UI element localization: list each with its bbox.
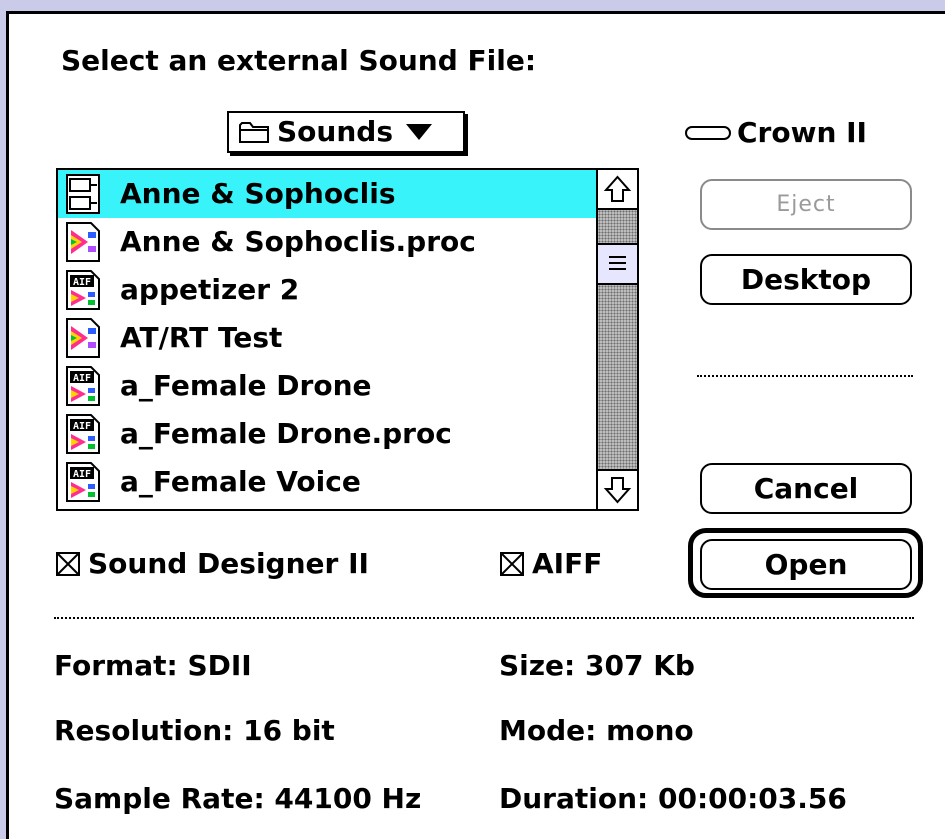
aif-file-icon: AIF (66, 366, 100, 406)
checkbox-label: Sound Designer II (88, 547, 369, 580)
aif-file-icon: AIF (66, 462, 100, 502)
file-list[interactable]: Anne & Sophoclis Anne & Sophoclis.proc AIF… (56, 168, 639, 511)
file-name: a_Female Drone.proc (120, 417, 452, 450)
volume-label: Crown II (737, 116, 867, 149)
file-name: a_Female Drone (120, 369, 372, 402)
scroll-thumb[interactable] (598, 243, 637, 285)
open-button[interactable]: Open (700, 539, 912, 590)
divider (54, 617, 914, 619)
checkbox-checked-icon (500, 552, 524, 576)
desktop-button[interactable]: Desktop (700, 254, 912, 305)
aif-file-icon: AIF (66, 270, 100, 310)
divider (697, 375, 913, 377)
file-list-item[interactable]: AIF a_Female Drone (58, 362, 596, 410)
scroll-track[interactable] (598, 210, 637, 469)
file-name: appetizer 2 (120, 273, 300, 306)
file-name: Anne & Sophoclis (120, 177, 396, 210)
scroll-down-arrow[interactable] (598, 469, 637, 509)
info-resolution: Resolution: 16 bit (54, 714, 335, 747)
file-name: a_Female Voice (120, 465, 361, 498)
file-list-item[interactable]: AIF appetizer 2 (58, 266, 596, 314)
sd2-file-icon (66, 174, 100, 214)
open-file-dialog: Select an external Sound File: Sounds Cr… (6, 11, 945, 839)
dialog-prompt: Select an external Sound File: (61, 44, 537, 77)
arrow-down-icon (603, 477, 632, 504)
proc-file-icon (66, 222, 100, 262)
eject-button[interactable]: Eject (700, 179, 912, 230)
file-list-item[interactable]: AIF a_Female Drone.proc (58, 410, 596, 458)
arrow-up-icon (603, 175, 632, 202)
folder-icon (239, 122, 269, 143)
info-sample-rate: Sample Rate: 44100 Hz (54, 782, 422, 815)
vertical-scrollbar[interactable] (596, 170, 637, 509)
volume-name: Crown II (685, 116, 867, 150)
disk-icon (685, 126, 731, 140)
info-mode: Mode: mono (499, 714, 694, 747)
svg-text:AIF: AIF (73, 373, 91, 384)
file-name: AT/RT Test (120, 321, 283, 354)
info-format: Format: SDII (54, 649, 252, 682)
chevron-down-icon (405, 124, 432, 140)
file-name: Anne & Sophoclis.proc (120, 225, 476, 258)
aif-file-icon: AIF (66, 414, 100, 454)
aiff-checkbox[interactable]: AIFF (500, 547, 602, 581)
file-list-item[interactable]: AIF a_Female Voice (58, 458, 596, 506)
file-list-item[interactable]: Anne & Sophoclis (58, 170, 596, 218)
info-size: Size: 307 Kb (499, 649, 695, 682)
folder-popup-label: Sounds (277, 115, 393, 148)
svg-text:AIF: AIF (73, 277, 91, 288)
proc-file-icon (66, 318, 100, 358)
cancel-button[interactable]: Cancel (700, 463, 912, 514)
folder-popup-menu[interactable]: Sounds (227, 111, 465, 153)
file-list-rows: Anne & Sophoclis Anne & Sophoclis.proc AIF… (58, 170, 596, 509)
info-duration: Duration: 00:00:03.56 (499, 782, 847, 815)
sound-designer-ii-checkbox[interactable]: Sound Designer II (56, 547, 369, 581)
scroll-up-arrow[interactable] (598, 170, 637, 210)
checkbox-label: AIFF (532, 547, 603, 580)
grip-icon (609, 256, 626, 270)
svg-text:AIF: AIF (73, 469, 91, 480)
file-list-item[interactable]: AT/RT Test (58, 314, 596, 362)
file-list-item[interactable]: Anne & Sophoclis.proc (58, 218, 596, 266)
checkbox-checked-icon (56, 552, 80, 576)
svg-text:AIF: AIF (73, 421, 91, 432)
